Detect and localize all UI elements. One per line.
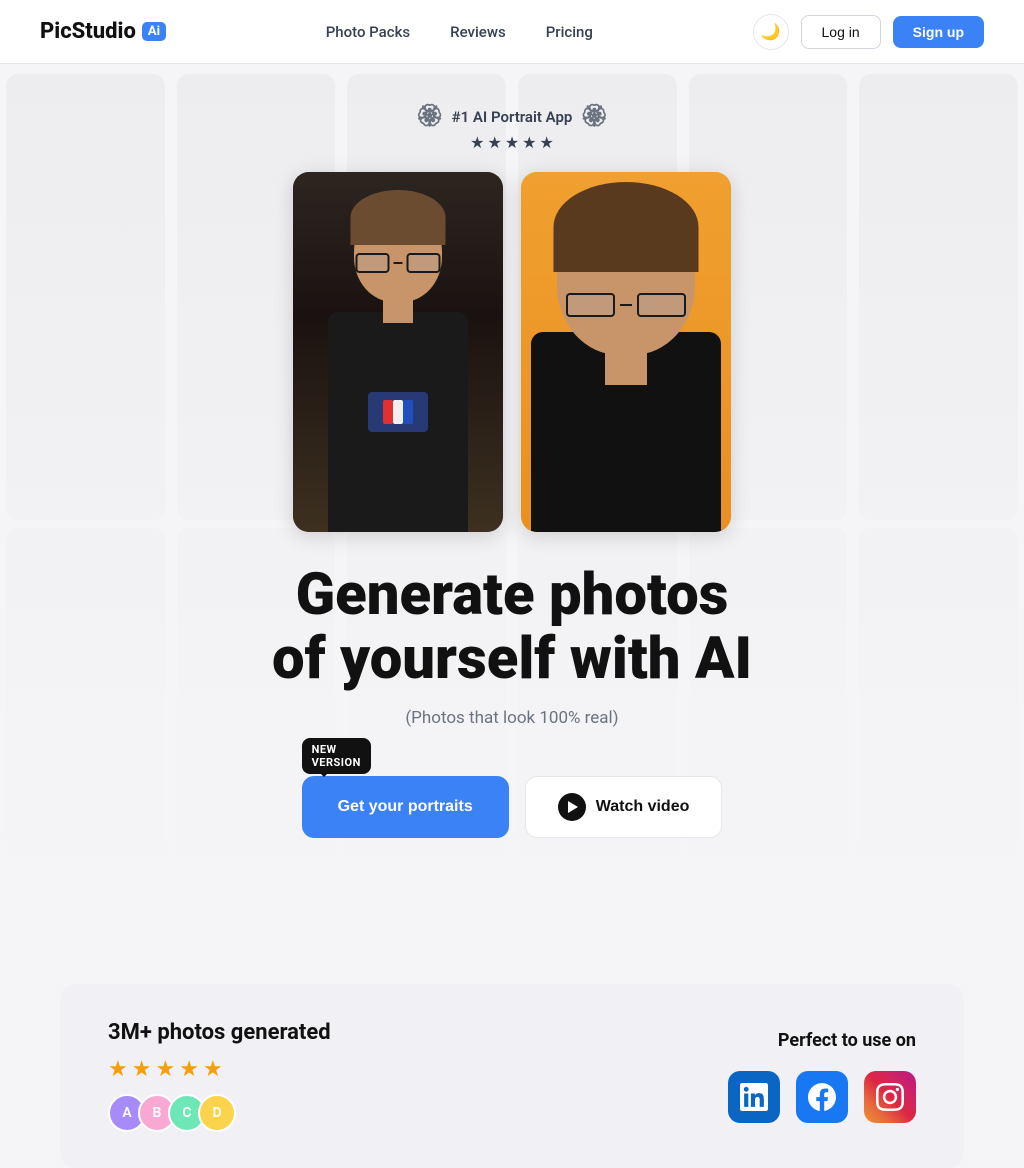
- moon-icon: 🌙: [761, 22, 781, 42]
- play-triangle-icon: [568, 801, 578, 813]
- laurel-right-icon: 🏵: [580, 104, 608, 129]
- stats-left: 3M+ photos generated ★ ★ ★ ★ ★ A B C D: [108, 1020, 331, 1132]
- hero-title: Generate photos of yourself with AI: [272, 564, 752, 692]
- signup-button[interactable]: Sign up: [893, 16, 984, 48]
- logo-text: PicStudio: [40, 19, 136, 44]
- get-portraits-button[interactable]: Get your portraits: [302, 776, 509, 838]
- logo[interactable]: PicStudio Ai: [40, 19, 166, 44]
- star-1: ★: [470, 133, 484, 152]
- instagram-svg: [876, 1083, 904, 1111]
- rating-star-1: ★: [108, 1057, 128, 1082]
- hero-content: 🏵 #1 AI Portrait App 🏵 ★ ★ ★ ★ ★: [272, 64, 752, 838]
- instagram-icon[interactable]: [864, 1071, 916, 1123]
- nav-reviews[interactable]: Reviews: [450, 23, 506, 41]
- play-icon: [558, 793, 586, 821]
- rating-star-4: ★: [179, 1057, 199, 1082]
- star-4: ★: [522, 133, 536, 152]
- portrait-comparison: Original: [293, 172, 731, 532]
- new-version-badge: NEWVERSION: [302, 738, 371, 774]
- rating-star-5: ★: [203, 1057, 223, 1082]
- original-portrait-face: [293, 172, 503, 532]
- perfect-use-label: Perfect to use on: [778, 1030, 916, 1051]
- nav-links: Photo Packs Reviews Pricing: [326, 23, 593, 41]
- ai-portrait-card: AI Generated: [521, 172, 731, 532]
- rating-stars: ★ ★ ★ ★ ★: [108, 1057, 331, 1082]
- rating-star-3: ★: [155, 1057, 175, 1082]
- facebook-svg: [808, 1083, 836, 1111]
- star-3: ★: [505, 133, 519, 152]
- nav-photo-packs[interactable]: Photo Packs: [326, 23, 410, 41]
- cta-row: NEWVERSION Get your portraits Watch vide…: [302, 776, 723, 838]
- hero-subtitle: (Photos that look 100% real): [405, 708, 618, 728]
- original-portrait-card: Original: [293, 172, 503, 532]
- theme-toggle-button[interactable]: 🌙: [753, 14, 789, 50]
- hero-title-line2: of yourself with AI: [272, 625, 752, 693]
- hero-section: 🏵 #1 AI Portrait App 🏵 ★ ★ ★ ★ ★: [0, 64, 1024, 984]
- laurel-left-icon: 🏵: [416, 104, 444, 129]
- nav-actions: 🌙 Log in Sign up: [753, 14, 984, 50]
- navbar: PicStudio Ai Photo Packs Reviews Pricing…: [0, 0, 1024, 64]
- ai-portrait-face: [521, 172, 731, 532]
- login-button[interactable]: Log in: [801, 15, 881, 49]
- stats-right: Perfect to use on: [728, 1030, 916, 1123]
- stats-section: 3M+ photos generated ★ ★ ★ ★ ★ A B C D P…: [60, 984, 964, 1168]
- linkedin-svg: [740, 1083, 768, 1111]
- customer-avatars: A B C D: [108, 1094, 331, 1132]
- social-icons-row: [728, 1071, 916, 1123]
- watch-video-button[interactable]: Watch video: [525, 776, 723, 838]
- linkedin-icon[interactable]: [728, 1071, 780, 1123]
- award-stars: ★ ★ ★ ★ ★: [470, 133, 554, 152]
- hero-title-line1: Generate photos: [296, 561, 729, 629]
- logo-ai-badge: Ai: [142, 22, 166, 41]
- star-5: ★: [540, 133, 554, 152]
- facebook-icon[interactable]: [796, 1071, 848, 1123]
- award-text-label: #1 AI Portrait App: [452, 108, 573, 126]
- award-badge: 🏵 #1 AI Portrait App 🏵 ★ ★ ★ ★ ★: [416, 104, 609, 152]
- avatar-4: D: [198, 1094, 236, 1132]
- nav-pricing[interactable]: Pricing: [546, 23, 593, 41]
- star-2: ★: [487, 133, 501, 152]
- rating-star-2: ★: [132, 1057, 152, 1082]
- watch-video-label: Watch video: [596, 798, 690, 816]
